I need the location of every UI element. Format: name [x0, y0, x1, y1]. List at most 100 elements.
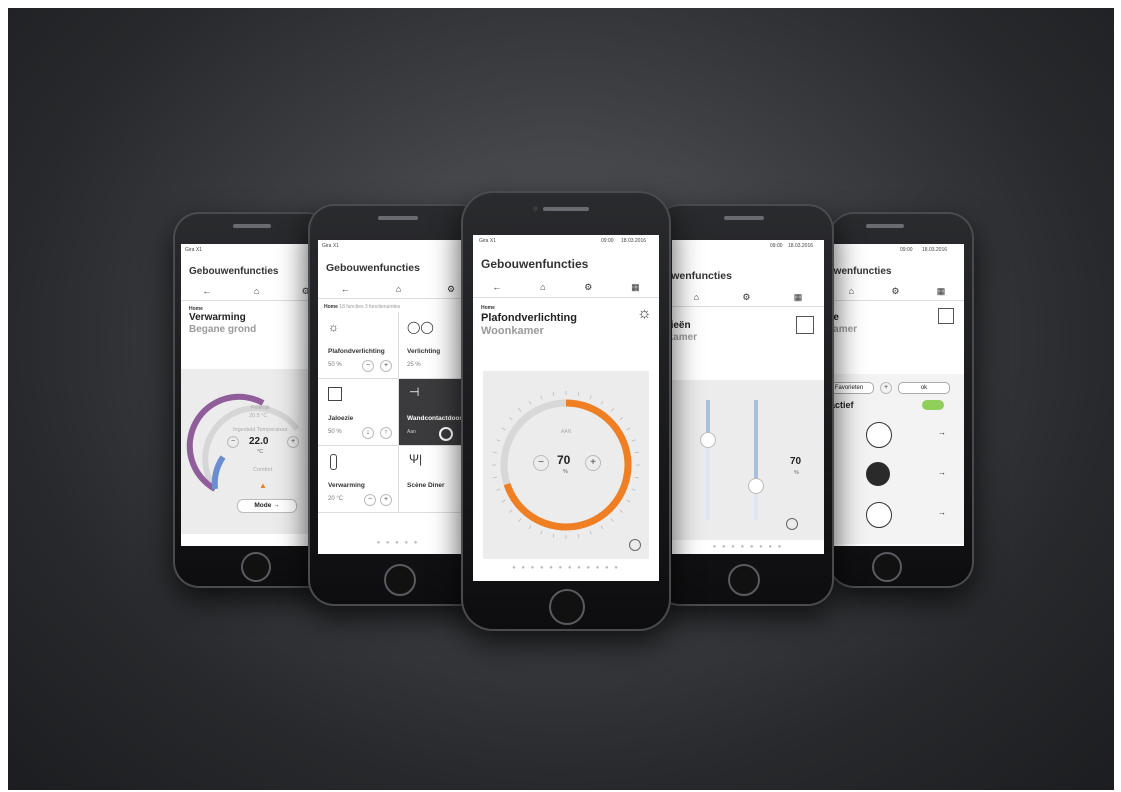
dim-value: 70: [557, 453, 571, 467]
back-icon[interactable]: ←: [202, 286, 211, 296]
clock-icon[interactable]: [629, 539, 641, 551]
tile-value: 20 °C: [328, 496, 344, 502]
home-button: [549, 589, 585, 625]
toolbar: ← ⌂ ⚙ ▦: [473, 277, 659, 298]
phone-speaker: [866, 224, 904, 228]
home-icon[interactable]: ⌂: [396, 284, 401, 294]
clock-label: 09:00: [900, 247, 913, 253]
dial-tick: [577, 533, 580, 538]
settings-icon[interactable]: ⚙: [742, 292, 750, 303]
phone-speaker: [724, 216, 764, 220]
decrease-button[interactable]: −: [533, 455, 549, 471]
grid-icon[interactable]: ▦: [937, 286, 946, 297]
setpoint-value: 22.0: [249, 436, 269, 447]
dial-tick: [501, 427, 506, 431]
chevron-right-icon[interactable]: →: [938, 468, 946, 477]
toolbar: ⌂ ⚙ ▦: [830, 282, 964, 301]
down-button[interactable]: ↓: [362, 427, 374, 439]
dial-tick: [493, 476, 498, 479]
dial-tick: [631, 488, 636, 491]
dial-tick: [619, 509, 623, 513]
bulb-icon: ☼: [637, 305, 652, 322]
settings-icon[interactable]: ⚙: [584, 282, 592, 293]
phone-fourth-screen: 09:00 18.03.2016 Gebouwenfuncties ⌂ ⚙ ▦ …: [672, 240, 824, 554]
dial-tick: [518, 408, 522, 412]
tile-value: 25 %: [407, 362, 421, 368]
mode-button[interactable]: Mode →: [237, 499, 297, 513]
chevron-right-icon[interactable]: →: [938, 508, 946, 517]
increase-button[interactable]: +: [287, 436, 299, 448]
home-icon[interactable]: ⌂: [849, 286, 854, 296]
grid-icon[interactable]: ▦: [794, 292, 803, 303]
app-title: Gebouwenfuncties: [481, 257, 589, 271]
clock-label: 09:00: [601, 238, 614, 244]
power-toggle[interactable]: [439, 427, 453, 441]
grid-icon[interactable]: ▦: [631, 282, 640, 293]
back-icon[interactable]: ←: [341, 284, 350, 294]
dial-tick: [634, 476, 639, 479]
settings-icon[interactable]: ⚙: [891, 286, 899, 297]
breadcrumb[interactable]: Home 18 functies 3 functieruimtes: [324, 304, 400, 310]
dial-tick: [528, 400, 532, 405]
tile-plafondverlichting[interactable]: ☼ Plafondverlichting 50 % − +: [318, 312, 399, 379]
status-bar: 09:00 18.03.2016: [672, 240, 824, 252]
phone-fourth: 09:00 18.03.2016 Gebouwenfuncties ⌂ ⚙ ▦ …: [654, 204, 834, 606]
dial-tick: [528, 525, 532, 530]
decrease-button[interactable]: −: [364, 494, 376, 506]
status-bar: 09:00 18.03.2016: [830, 244, 964, 256]
tile-name: Scène Diner: [407, 482, 445, 489]
clock-icon-3: [866, 502, 892, 528]
breadcrumb[interactable]: Home: [481, 305, 495, 311]
home-icon[interactable]: ⌂: [254, 286, 259, 296]
add-button[interactable]: +: [880, 382, 892, 394]
back-icon[interactable]: ←: [492, 282, 501, 292]
dial-tick: [600, 400, 604, 405]
app-title: Gebouwenfuncties: [326, 262, 420, 274]
decrease-button[interactable]: −: [362, 360, 374, 372]
phone-speaker: [233, 224, 271, 228]
ok-button[interactable]: ok: [898, 382, 950, 394]
room-subtitle: Begane grond: [189, 324, 257, 335]
unit-label: °C: [257, 449, 264, 455]
dial-tick: [626, 427, 631, 431]
current-temp-label: Feitelijk: [251, 405, 270, 411]
slider-knob[interactable]: [748, 478, 764, 494]
chevron-right-icon[interactable]: →: [938, 428, 946, 437]
increase-button[interactable]: +: [380, 494, 392, 506]
date-label: 18.03.2016: [922, 247, 948, 253]
bulb-icon: ☼: [328, 320, 339, 334]
dim-unit: %: [563, 469, 568, 475]
increase-button[interactable]: +: [380, 360, 392, 372]
tile-jaloezie[interactable]: Jaloezie 50 % ↓ ↑: [318, 379, 399, 446]
date-label: 18.03.2016: [621, 238, 647, 244]
dimmer-panel: AAN − 70 % +: [483, 371, 649, 559]
phone-right: 09:00 18.03.2016 Gebouwenfuncties ⌂ ⚙ ▦ …: [828, 212, 974, 588]
dial-tick: [634, 451, 639, 454]
phone-camera: [533, 206, 538, 211]
breadcrumb-detail: 18 functies 3 functieruimtes: [339, 304, 401, 310]
page-indicator: ● ● ● ● ● ● ● ● ● ● ● ●: [512, 565, 620, 571]
tile-verwarming[interactable]: Verwarming 20 °C − +: [318, 446, 399, 513]
blind-slider-1-fill: [706, 400, 710, 436]
slider-knob[interactable]: [700, 432, 716, 448]
dial-tick: [540, 395, 543, 400]
room-subtitle: Woonkamer: [672, 332, 698, 343]
increase-button[interactable]: +: [585, 455, 601, 471]
dial-tick: [577, 392, 580, 397]
active-toggle[interactable]: [922, 400, 944, 410]
up-button[interactable]: ↑: [380, 427, 392, 439]
settings-icon[interactable]: ⚙: [447, 284, 455, 295]
favorites-button[interactable]: Favorieten: [830, 382, 874, 394]
clock-icon[interactable]: [786, 518, 798, 530]
socket-icon: ⊣: [409, 385, 420, 399]
status-bar: Gira X1 09:00 18.03.2016: [473, 235, 659, 247]
tile-value: 50 %: [328, 429, 342, 435]
decrease-button[interactable]: −: [227, 436, 239, 448]
tile-name: Jaloezie: [328, 415, 354, 422]
room-subtitle: Woonkamer: [481, 325, 544, 337]
home-icon[interactable]: ⌂: [540, 282, 545, 292]
phone-second-screen: Gira X1 Gebouwenfuncties ← ⌂ ⚙ Home 18 f…: [318, 240, 478, 554]
dial-tick: [589, 530, 592, 535]
home-icon[interactable]: ⌂: [694, 292, 699, 302]
tile-name: Verlichting: [407, 348, 441, 355]
